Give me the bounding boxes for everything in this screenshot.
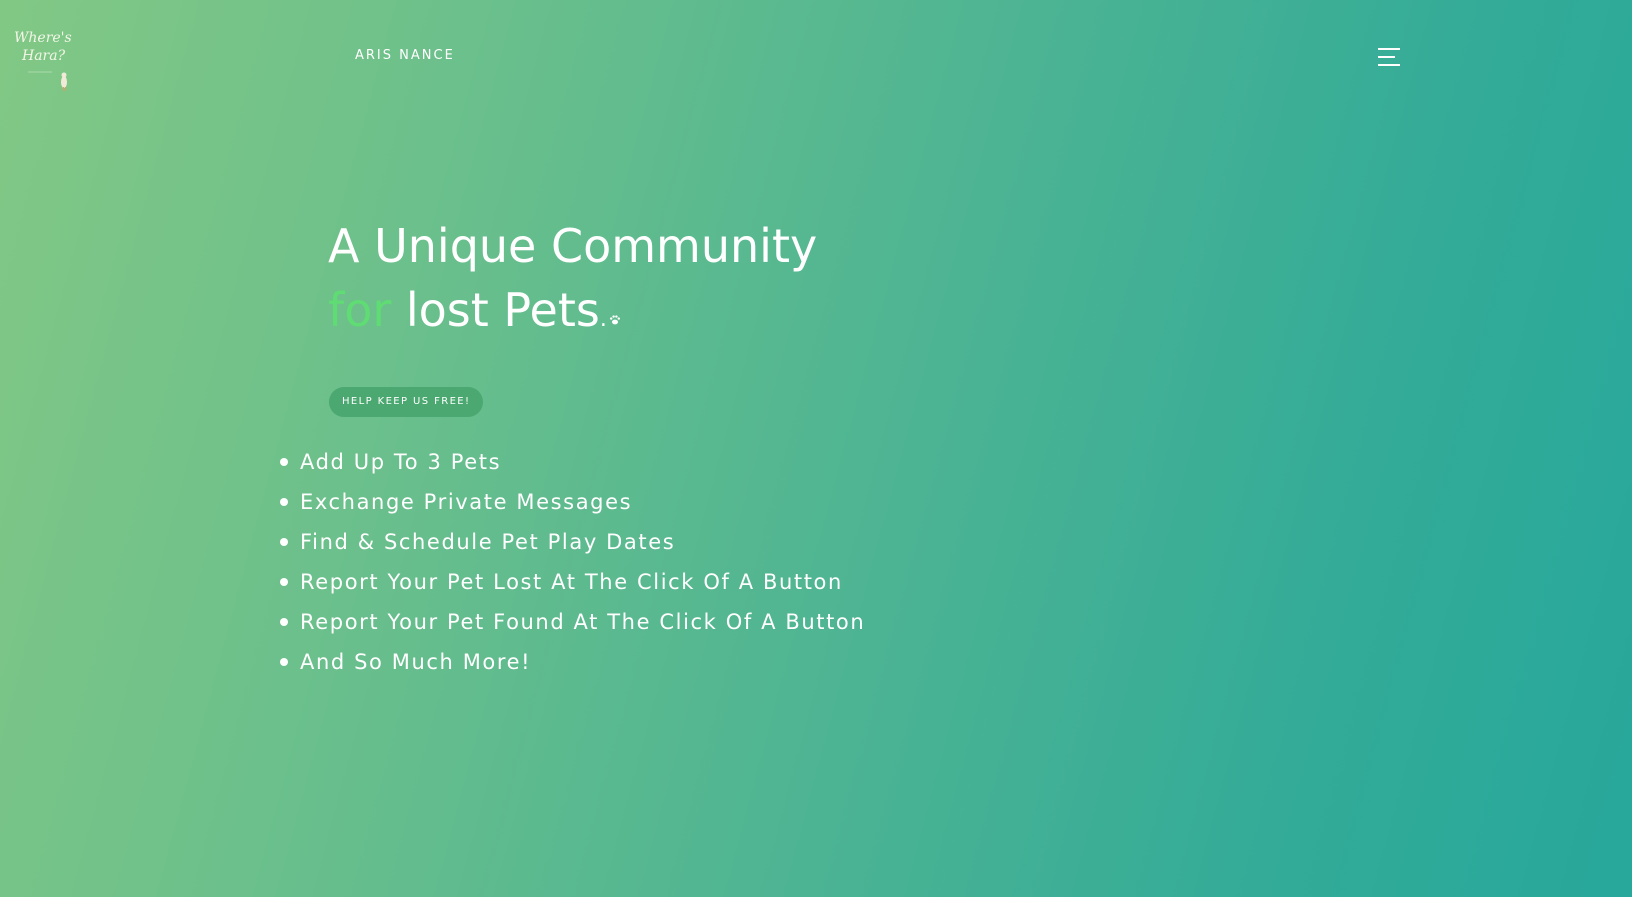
hero-title: A Unique Community for lost Pets. xyxy=(328,214,817,352)
list-item: Report Your Pet Found At The Click Of A … xyxy=(280,602,865,642)
list-item: Add Up To 3 Pets xyxy=(280,442,865,482)
paw-icon xyxy=(609,315,620,325)
nav-name-link[interactable]: ARIS NANCE xyxy=(355,48,455,63)
bullet-icon xyxy=(280,538,288,546)
list-item: And So Much More! xyxy=(280,642,865,682)
bullet-icon xyxy=(280,578,288,586)
help-keep-us-free-button[interactable]: HELP KEEP US FREE! xyxy=(329,387,484,417)
logo-text-line2: Hara? xyxy=(21,48,66,64)
list-item: Report Your Pet Lost At The Click Of A B… xyxy=(280,562,865,602)
hero-title-rest: lost Pets xyxy=(405,283,600,337)
page: Where's Hara? ARIS NANCE A Unique Commun… xyxy=(0,0,1632,897)
site-logo[interactable]: Where's Hara? xyxy=(12,26,74,92)
hamburger-menu-icon[interactable] xyxy=(1378,46,1404,68)
bullet-icon xyxy=(280,618,288,626)
logo-text-line1: Where's xyxy=(14,30,72,46)
hero-title-line1: A Unique Community xyxy=(328,219,818,273)
bullet-icon xyxy=(280,658,288,666)
list-item: Exchange Private Messages xyxy=(280,482,865,522)
list-item: Find & Schedule Pet Play Dates xyxy=(280,522,865,562)
bullet-icon xyxy=(280,458,288,466)
hero-title-accent: for xyxy=(328,283,392,337)
feature-list: Add Up To 3 Pets Exchange Private Messag… xyxy=(280,442,865,682)
bullet-icon xyxy=(280,498,288,506)
dog-logo-icon xyxy=(61,72,67,91)
hero-title-period: . xyxy=(599,307,607,332)
